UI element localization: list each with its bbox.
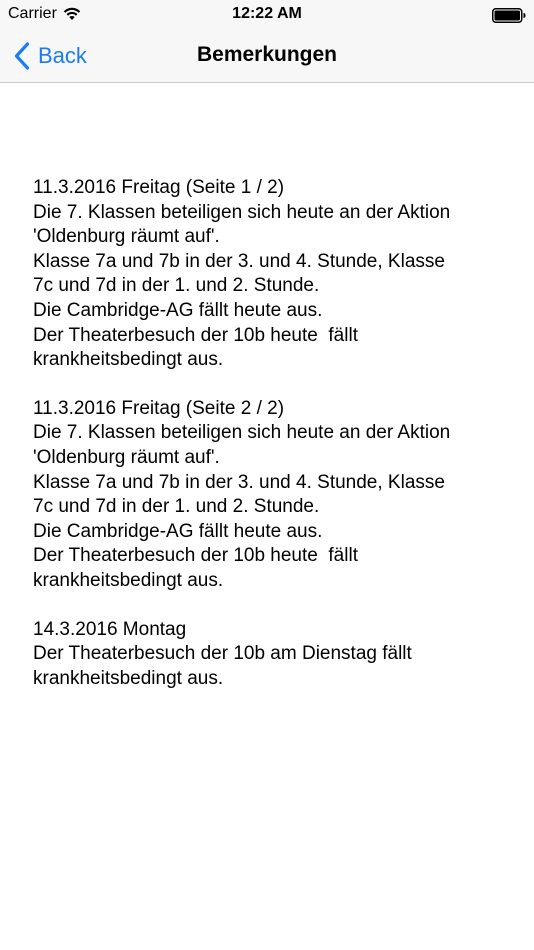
- remark-line: krankheitsbedingt aus.: [33, 667, 224, 689]
- status-bar: Carrier 12:22 AM: [0, 0, 534, 30]
- remark-line: Die 7. Klassen beteiligen sich heute an …: [33, 422, 451, 444]
- remark-line: Die 7. Klassen beteiligen sich heute an …: [33, 201, 451, 223]
- remark-line: Der Theaterbesuch der 10b heute fällt: [33, 324, 358, 346]
- remark-entry: 14.3.2016 Montag Der Theaterbesuch der 1…: [33, 618, 503, 692]
- page-title: Bemerkungen: [196, 43, 338, 66]
- remark-line: 'Oldenburg räumt auf'.: [33, 226, 220, 248]
- remark-line: Die Cambridge-AG fällt heute aus.: [33, 299, 323, 321]
- remark-line: Der Theaterbesuch der 10b heute fällt: [33, 545, 358, 567]
- remark-line: 7c und 7d in der 1. und 2. Stunde.: [33, 275, 320, 297]
- remarks-content: 11.3.2016 Freitag (Seite 1 / 2) Die 7. K…: [33, 176, 503, 715]
- remark-line: Klasse 7a und 7b in der 3. und 4. Stunde…: [33, 250, 445, 272]
- remark-line: 7c und 7d in der 1. und 2. Stunde.: [33, 496, 320, 518]
- remark-line: 'Oldenburg räumt auf'.: [33, 446, 220, 468]
- clock: 12:22 AM: [232, 5, 302, 22]
- remark-line: 14.3.2016 Montag: [33, 618, 187, 640]
- remark-line: Klasse 7a und 7b in der 3. und 4. Stunde…: [33, 471, 445, 493]
- navigation-bar: Back Bemerkungen: [0, 30, 534, 83]
- battery-icon: [492, 8, 526, 23]
- remark-entry: 11.3.2016 Freitag (Seite 1 / 2) Die 7. K…: [33, 176, 503, 373]
- remark-line: 11.3.2016 Freitag (Seite 1 / 2): [33, 177, 285, 198]
- remark-line: Der Theaterbesuch der 10b am Dienstag fä…: [33, 643, 412, 665]
- remark-line: 11.3.2016 Freitag (Seite 2 / 2): [33, 397, 285, 419]
- remark-entry: 11.3.2016 Freitag (Seite 2 / 2) Die 7. K…: [33, 397, 503, 594]
- remark-line: krankheitsbedingt aus.: [33, 349, 224, 371]
- remark-line: krankheitsbedingt aus.: [33, 569, 224, 591]
- remark-line: Die Cambridge-AG fällt heute aus.: [33, 520, 323, 542]
